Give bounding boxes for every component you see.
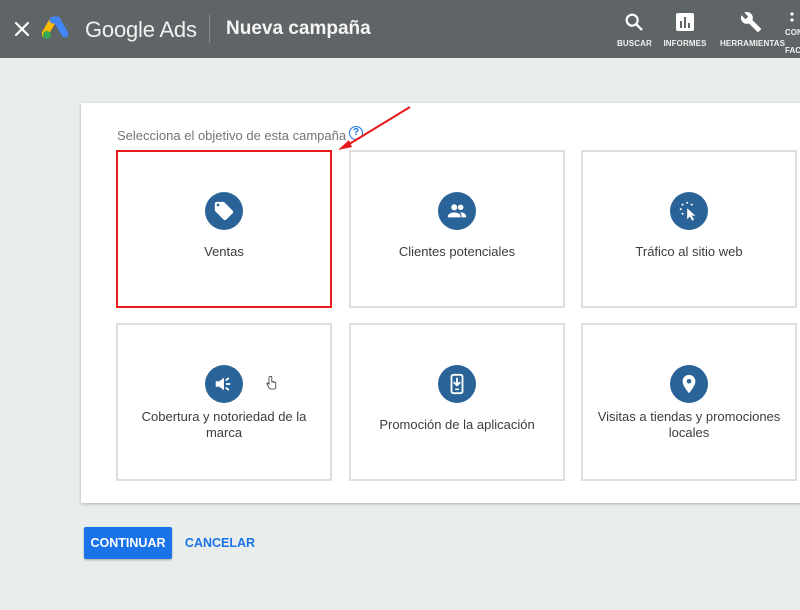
objective-label: Tráfico al sitio web <box>635 244 743 259</box>
cancel-button[interactable]: CANCELAR <box>180 527 260 559</box>
continue-button[interactable]: CONTINUAR <box>84 527 172 559</box>
objective-visitas-tiendas[interactable]: Visitas a tiendas y promociones locales <box>581 323 797 481</box>
objective-cobertura-marca[interactable]: Cobertura y notoriedad de la marca <box>116 323 332 481</box>
reports-label: INFORMES <box>663 39 707 48</box>
google-ads-logo-icon <box>41 16 72 42</box>
objective-clientes-potenciales[interactable]: Clientes potenciales <box>349 150 565 308</box>
objective-label: Clientes potenciales <box>398 244 516 259</box>
more-vert-icon <box>790 12 794 22</box>
tools-label: HERRAMIENTAS <box>720 39 786 48</box>
tools-button[interactable]: HERRAMIENTAS <box>720 10 786 48</box>
megaphone-icon <box>215 377 231 391</box>
close-icon <box>14 21 30 37</box>
top-app-bar: Google Ads Nueva campaña BUSCAR INFORMES… <box>0 0 800 58</box>
reports-button[interactable]: INFORMES <box>662 10 708 48</box>
objective-label: Ventas <box>204 244 244 259</box>
cursor-click-icon <box>679 201 696 221</box>
objective-trafico-sitio-web[interactable]: Tráfico al sitio web <box>581 150 797 308</box>
prompt-text: Selecciona el objetivo de esta campaña <box>117 128 347 143</box>
phone-download-icon <box>450 373 464 395</box>
brand-name: Google Ads <box>85 17 197 42</box>
objective-label: Promoción de la aplicación <box>379 417 535 432</box>
objective-label: Visitas a tiendas y promociones locales <box>597 409 781 440</box>
help-icon[interactable]: ? <box>349 125 364 140</box>
objective-label: Cobertura y notoriedad de la marca <box>141 409 307 440</box>
search-icon <box>625 13 643 31</box>
bar-chart-icon <box>676 13 694 31</box>
objective-ventas[interactable]: Ventas <box>116 150 332 308</box>
wrench-icon <box>740 12 762 33</box>
people-icon <box>447 204 467 218</box>
settings-label: CON <box>785 28 800 37</box>
page-title: Nueva campaña <box>226 18 371 39</box>
close-button[interactable] <box>10 17 34 41</box>
location-pin-icon <box>682 374 696 394</box>
objective-prompt: Selecciona el objetivo de esta campaña ? <box>117 125 364 143</box>
billing-label: FACT <box>785 46 800 55</box>
hand-pointer-icon <box>266 376 277 390</box>
tag-icon <box>214 201 234 221</box>
objective-promocion-aplicacion[interactable]: Promoción de la aplicación <box>349 323 565 481</box>
search-label: BUSCAR <box>617 39 652 48</box>
search-button[interactable]: BUSCAR <box>617 10 652 48</box>
header-divider <box>209 15 210 43</box>
